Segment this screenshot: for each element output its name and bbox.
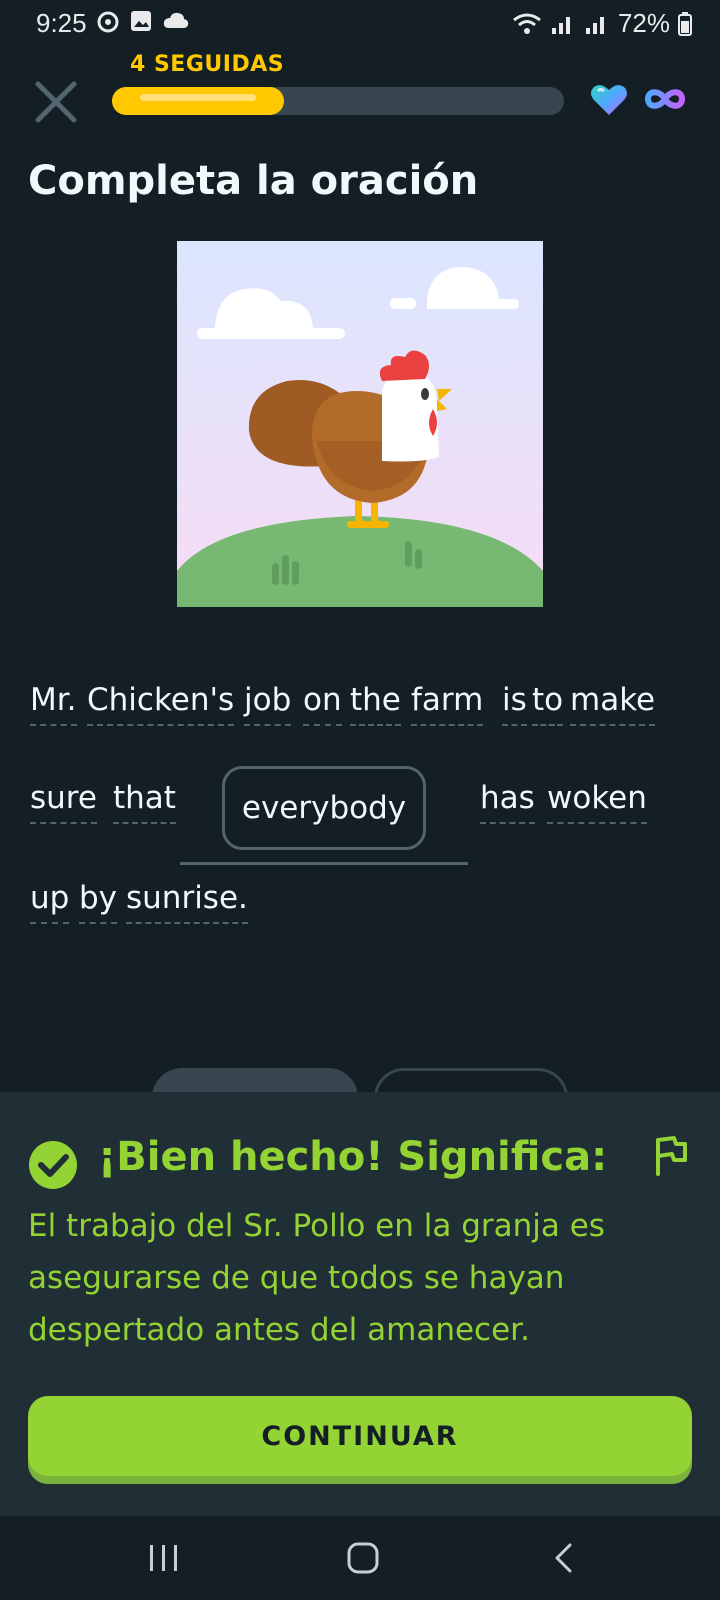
- battery-icon: [678, 11, 692, 36]
- infinity-icon: [644, 89, 686, 109]
- sentence-word[interactable]: farm: [411, 682, 484, 726]
- navigation-bar: [0, 1516, 720, 1600]
- sentence-word[interactable]: sure: [30, 780, 97, 824]
- progress-shine: [140, 94, 256, 101]
- streak-label: 4 SEGUIDAS: [130, 52, 285, 77]
- status-bar: 9:25 72%: [0, 0, 720, 44]
- nav-home-icon[interactable]: [346, 1542, 380, 1574]
- sentence-word[interactable]: up: [30, 880, 70, 924]
- heart-icon[interactable]: [590, 83, 628, 117]
- translation-text: El trabajo del Sr. Pollo en la granja es…: [28, 1208, 605, 1348]
- status-right: 72%: [512, 8, 692, 39]
- sentence-word[interactable]: the: [350, 682, 401, 726]
- sentence-word[interactable]: by: [79, 880, 118, 924]
- signal-icon: [551, 16, 570, 34]
- close-icon[interactable]: [34, 80, 78, 124]
- sentence-word[interactable]: on: [303, 682, 342, 726]
- answer-chip[interactable]: everybody: [222, 766, 426, 850]
- battery-percent: 72%: [617, 8, 670, 38]
- sentence-word[interactable]: has: [480, 780, 535, 824]
- signal-icon-2: [585, 16, 604, 34]
- image-icon: [131, 11, 151, 31]
- lesson-progress-bar: [112, 87, 564, 115]
- feedback-panel: ¡Bien hecho! Significa: El trabajo del S…: [0, 1092, 720, 1516]
- wifi-icon: [513, 13, 541, 34]
- feedback-title: ¡Bien hecho! Significa:: [98, 1134, 608, 1180]
- sentence-word[interactable]: woken: [547, 780, 647, 824]
- continue-button[interactable]: CONTINUAR: [28, 1396, 692, 1476]
- sentence-word[interactable]: Chicken's: [87, 682, 235, 726]
- sentence-word[interactable]: to: [532, 682, 564, 726]
- nav-recent-icon[interactable]: [148, 1542, 180, 1574]
- status-time: 9:25: [36, 8, 87, 38]
- nav-back-icon[interactable]: [552, 1542, 576, 1574]
- status-notification-icons: [96, 10, 190, 34]
- page-title: Completa la oración: [28, 158, 479, 204]
- sentence-word[interactable]: sunrise.: [126, 880, 248, 924]
- sentence-word[interactable]: is: [502, 682, 527, 726]
- sentence-word[interactable]: make: [570, 682, 656, 726]
- cloud-icon: [163, 12, 189, 28]
- rooster-illustration: [177, 241, 543, 607]
- sentence-word[interactable]: Mr.: [30, 682, 77, 726]
- sentence-word[interactable]: that: [113, 780, 176, 824]
- flag-icon[interactable]: [654, 1134, 688, 1176]
- settings-sync-icon: [97, 11, 119, 33]
- check-icon: [29, 1141, 77, 1189]
- lesson-progress-fill: [112, 87, 284, 115]
- sentence-word[interactable]: job: [244, 682, 292, 726]
